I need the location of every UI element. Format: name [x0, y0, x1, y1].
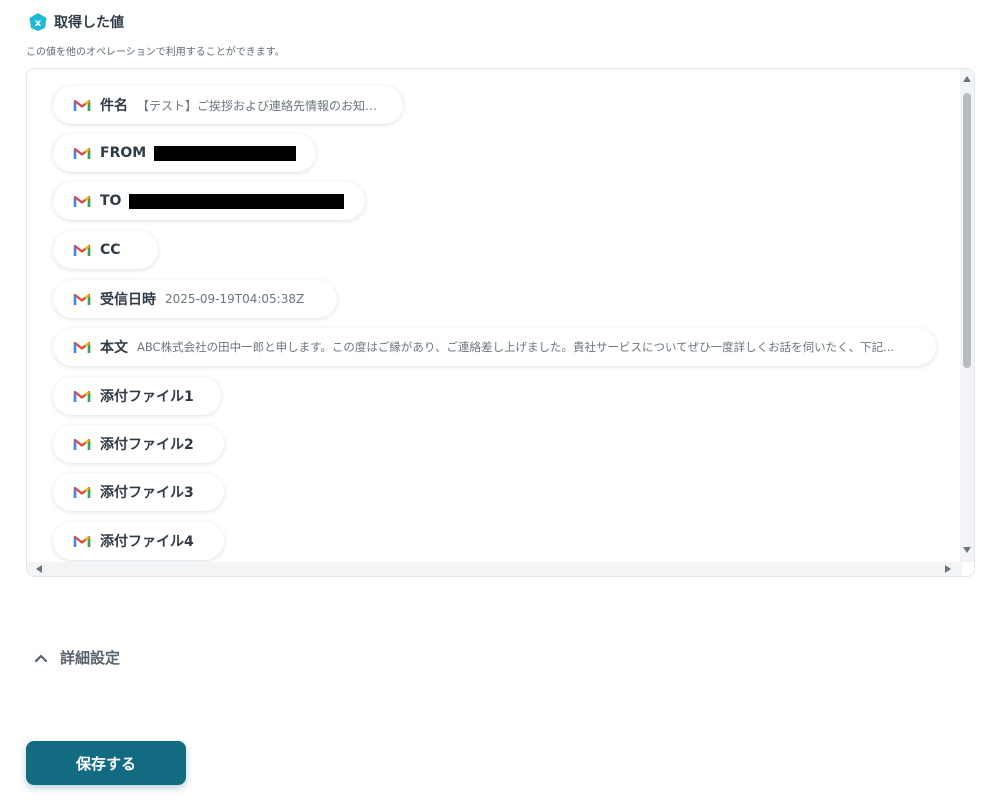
- section-header: x 取得した値: [28, 12, 124, 32]
- gmail-icon: [73, 195, 91, 207]
- vertical-scrollbar[interactable]: [960, 69, 974, 562]
- chip-label: 本文: [100, 340, 128, 356]
- gmail-icon: [73, 390, 91, 402]
- redacted-value: [154, 145, 297, 161]
- value-chip-to[interactable]: TO: [53, 182, 365, 220]
- value-chip-subject[interactable]: 件名 【テスト】ご挨拶および連絡先情報のお知らせ: [53, 86, 403, 124]
- chip-label: CC: [100, 242, 121, 258]
- value-chip-body[interactable]: 本文 ABC株式会社の田中一郎と申します。この度はご縁があり、ご連絡差し上げまし…: [53, 328, 936, 366]
- save-button[interactable]: 保存する: [26, 741, 186, 785]
- gmail-icon: [73, 341, 91, 353]
- chip-label: 件名: [100, 98, 128, 114]
- chip-value: 2025-09-19T04:05:38Z: [165, 292, 305, 306]
- scroll-left-arrow-icon[interactable]: [36, 565, 42, 573]
- value-chip-attachment-3[interactable]: 添付ファイル3: [53, 473, 224, 511]
- value-chip-cc[interactable]: CC: [53, 231, 158, 269]
- redacted-value: [129, 193, 345, 209]
- scroll-down-arrow-icon[interactable]: [963, 547, 971, 553]
- value-chip-attachment-4[interactable]: 添付ファイル4: [53, 522, 224, 560]
- svg-text:x: x: [35, 18, 42, 29]
- advanced-settings-toggle[interactable]: 詳細設定: [34, 647, 120, 668]
- scroll-up-arrow-icon[interactable]: [963, 76, 971, 82]
- chip-label: 受信日時: [100, 292, 156, 308]
- value-chip-attachment-2[interactable]: 添付ファイル2: [53, 425, 224, 463]
- chip-label: 添付ファイル1: [100, 389, 194, 405]
- chip-label: 添付ファイル2: [100, 437, 194, 453]
- value-chip-received-at[interactable]: 受信日時 2025-09-19T04:05:38Z: [53, 280, 337, 318]
- scroll-right-arrow-icon[interactable]: [945, 565, 951, 573]
- chip-label: 添付ファイル3: [100, 485, 194, 501]
- chip-value: 【テスト】ご挨拶および連絡先情報のお知らせ: [137, 98, 385, 113]
- gmail-icon: [73, 535, 91, 547]
- advanced-settings-label: 詳細設定: [60, 649, 121, 667]
- chevron-up-icon: [34, 654, 48, 662]
- chip-label: TO: [100, 193, 122, 209]
- variable-x-icon: x: [29, 13, 47, 31]
- horizontal-scrollbar[interactable]: [27, 562, 962, 576]
- gmail-icon: [73, 147, 91, 159]
- gmail-icon: [73, 438, 91, 450]
- values-panel: 件名 【テスト】ご挨拶および連絡先情報のお知らせ FROM TO CC 受信日時…: [26, 68, 975, 577]
- section-title: 取得した値: [54, 15, 124, 31]
- value-chip-attachment-1[interactable]: 添付ファイル1: [53, 377, 221, 415]
- chip-label: 添付ファイル4: [100, 534, 194, 550]
- vertical-scroll-thumb[interactable]: [963, 93, 971, 368]
- gmail-icon: [73, 293, 91, 305]
- gmail-icon: [73, 244, 91, 256]
- chip-value: ABC株式会社の田中一郎と申します。この度はご縁があり、ご連絡差し上げました。貴…: [137, 340, 895, 354]
- value-chip-from[interactable]: FROM: [53, 134, 316, 172]
- gmail-icon: [73, 99, 91, 111]
- gmail-icon: [73, 486, 91, 498]
- section-description: この値を他のオペレーションで利用することができます。: [26, 47, 285, 58]
- chip-label: FROM: [100, 145, 147, 161]
